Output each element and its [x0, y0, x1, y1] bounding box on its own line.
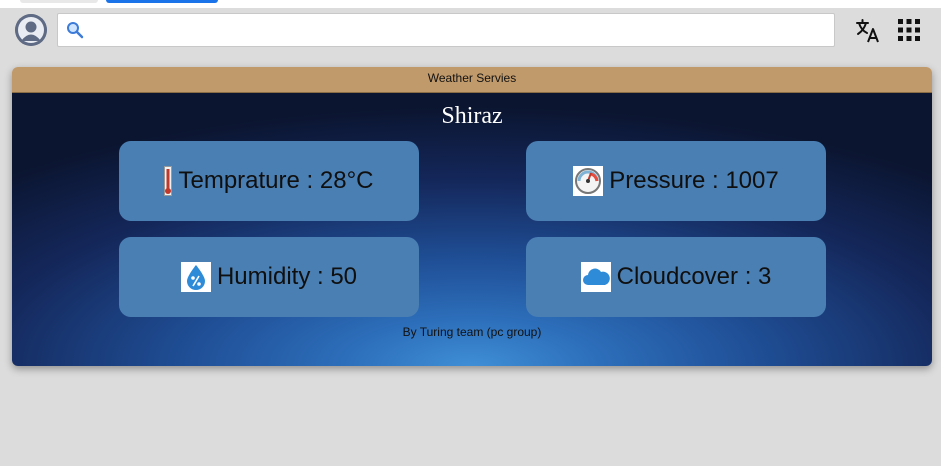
city-name: Shiraz: [441, 103, 503, 129]
translate-icon[interactable]: [855, 18, 881, 44]
cloudcover-tile: Cloudcover : 3: [526, 237, 826, 317]
footer-credit: By Turing team (pc group): [402, 325, 542, 339]
pressure-tile: Pressure : 1007: [526, 141, 826, 221]
thermometer-icon: [164, 166, 173, 196]
search-bar[interactable]: [57, 13, 835, 47]
user-avatar-icon[interactable]: [15, 14, 47, 46]
temperature-tile: Temprature : 28°C: [119, 141, 419, 221]
apps-grid-icon[interactable]: [898, 19, 920, 41]
cloudcover-label: Cloudcover : 3: [616, 263, 772, 290]
widget-body: Shiraz Temprature : 28°C Pressure: 1007…: [12, 93, 932, 366]
humidity-label: Humidity : 50: [216, 263, 358, 290]
search-icon[interactable]: [66, 21, 84, 44]
pressure-gauge-icon: [573, 166, 604, 196]
pressure-label: Pressure : 1007: [609, 167, 779, 194]
browser-tab-strip: [0, 0, 941, 8]
humidity-drop-icon: [180, 262, 211, 292]
humidity-tile: Humidity : 50: [119, 237, 419, 317]
temperature-label: Temprature : 28°C: [178, 167, 374, 194]
cloud-icon: [580, 262, 611, 292]
browser-tab[interactable]: [20, 0, 98, 3]
search-input[interactable]: [90, 18, 824, 44]
widget-header: Weather Servies: [12, 67, 932, 93]
browser-tab-active[interactable]: [106, 0, 218, 3]
weather-widget: Weather Servies Shiraz Temprature : 28°C: [12, 67, 932, 366]
